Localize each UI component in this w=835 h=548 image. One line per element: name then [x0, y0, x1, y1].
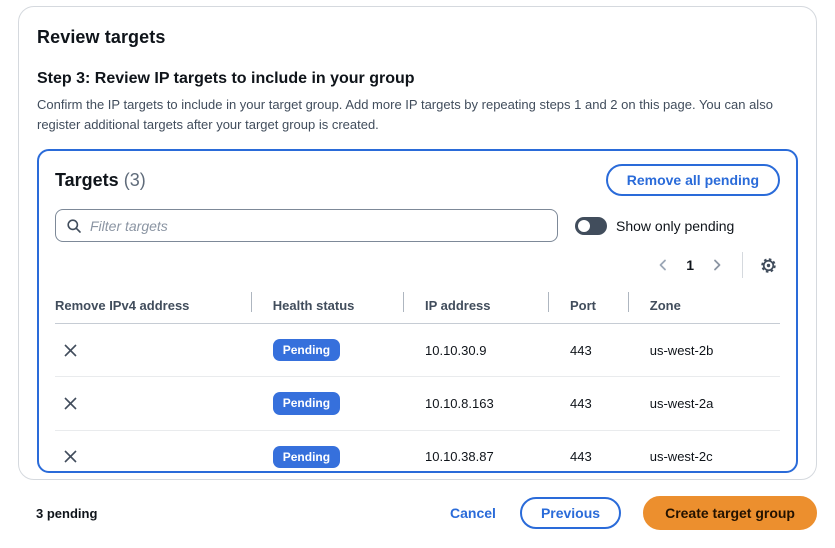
- table-settings-button[interactable]: [757, 254, 780, 277]
- zone-cell: us-west-2a: [628, 377, 780, 430]
- status-badge: Pending: [273, 339, 340, 361]
- targets-panel-title: Targets (3): [55, 170, 146, 191]
- column-header-ip-address: IP address: [403, 290, 548, 324]
- search-icon: [66, 218, 82, 234]
- table-row: Pending 10.10.38.87 443 us-west-2c: [55, 430, 780, 483]
- remove-target-button[interactable]: [61, 341, 80, 360]
- column-header-remove: Remove IPv4 address: [55, 290, 251, 324]
- targets-title-text: Targets: [55, 170, 119, 190]
- current-page-number[interactable]: 1: [680, 257, 700, 273]
- gear-icon: [759, 256, 778, 275]
- x-icon: [63, 449, 78, 464]
- port-cell: 443: [548, 430, 628, 483]
- page-title: Review targets: [37, 27, 798, 48]
- previous-page-button[interactable]: [650, 256, 676, 274]
- status-badge: Pending: [273, 446, 340, 468]
- table-row: Pending 10.10.30.9 443 us-west-2b: [55, 324, 780, 377]
- column-header-zone: Zone: [628, 290, 780, 324]
- ip-address-cell: 10.10.8.163: [403, 377, 548, 430]
- toggle-label: Show only pending: [616, 218, 734, 234]
- pagination-divider: [742, 252, 743, 278]
- column-header-port: Port: [548, 290, 628, 324]
- step-heading: Step 3: Review IP targets to include in …: [37, 70, 798, 88]
- table-header-row: Remove IPv4 address Health status IP add…: [55, 290, 780, 324]
- wizard-footer: 3 pending Cancel Previous Create target …: [18, 496, 817, 530]
- toggle-switch-icon[interactable]: [575, 217, 607, 235]
- step-description: Confirm the IP targets to include in you…: [37, 95, 797, 134]
- zone-cell: us-west-2c: [628, 430, 780, 483]
- remove-all-pending-button[interactable]: Remove all pending: [606, 164, 780, 196]
- filter-targets-input[interactable]: [90, 218, 547, 234]
- remove-target-button[interactable]: [61, 447, 80, 466]
- remove-target-button[interactable]: [61, 394, 80, 413]
- ip-address-cell: 10.10.30.9: [403, 324, 548, 377]
- status-badge: Pending: [273, 392, 340, 414]
- review-targets-card: Review targets Step 3: Review IP targets…: [18, 6, 817, 480]
- port-cell: 443: [548, 377, 628, 430]
- targets-table: Remove IPv4 address Health status IP add…: [55, 290, 780, 483]
- pagination: 1: [55, 252, 780, 278]
- show-only-pending-toggle[interactable]: Show only pending: [575, 217, 734, 235]
- targets-count: (3): [124, 170, 146, 190]
- pending-summary: 3 pending: [18, 506, 97, 521]
- filter-input-container[interactable]: [55, 209, 558, 242]
- x-icon: [63, 343, 78, 358]
- targets-panel: Targets (3) Remove all pending Show only…: [37, 149, 798, 473]
- x-icon: [63, 396, 78, 411]
- ip-address-cell: 10.10.38.87: [403, 430, 548, 483]
- zone-cell: us-west-2b: [628, 324, 780, 377]
- create-target-group-button[interactable]: Create target group: [643, 496, 817, 530]
- next-page-button[interactable]: [704, 256, 730, 274]
- port-cell: 443: [548, 324, 628, 377]
- table-row: Pending 10.10.8.163 443 us-west-2a: [55, 377, 780, 430]
- previous-button[interactable]: Previous: [520, 497, 621, 529]
- cancel-button[interactable]: Cancel: [448, 501, 498, 525]
- column-header-health-status: Health status: [251, 290, 403, 324]
